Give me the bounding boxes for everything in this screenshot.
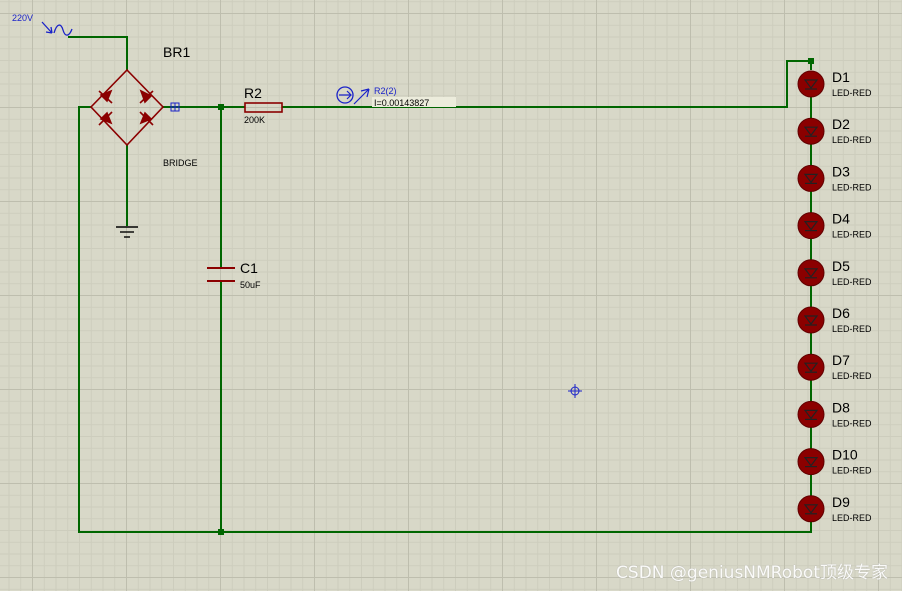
- led-ref: D7: [832, 352, 850, 368]
- led-value: LED-RED: [832, 418, 872, 428]
- ac-source[interactable]: 220V: [12, 13, 73, 36]
- led-icon: [797, 164, 825, 192]
- schematic-canvas[interactable]: 220V BR1 BRIDGE R2 200K C1 50uF R2(2) I=…: [0, 0, 902, 591]
- led-icon: [797, 495, 825, 523]
- resistor-ref: R2: [244, 85, 262, 101]
- probe-arrow-icon: [353, 88, 370, 105]
- bridge-ref: BR1: [163, 44, 190, 60]
- led-icon: [797, 259, 825, 287]
- led-d7[interactable]: D7 LED-RED: [797, 352, 872, 402]
- led-ref: D5: [832, 258, 850, 274]
- capacitor-value: 50uF: [240, 280, 261, 290]
- wires: [68, 36, 812, 533]
- watermark: CSDN @geniusNMRobot顶级专家: [616, 563, 888, 583]
- led-ref: D9: [832, 494, 850, 510]
- led-ref: D4: [832, 211, 850, 227]
- wire-resistor-to-leds[interactable]: [282, 60, 812, 108]
- crosshair-cursor-icon: [568, 384, 582, 398]
- led-d9[interactable]: D9 LED-RED: [797, 494, 872, 532]
- led-icon: [797, 306, 825, 334]
- junction-dot: [218, 529, 224, 535]
- led-value: LED-RED: [832, 466, 872, 476]
- led-icon: [797, 70, 825, 98]
- junctions: [218, 58, 814, 535]
- led-value: LED-RED: [832, 371, 872, 381]
- led-value: LED-RED: [832, 513, 872, 523]
- led-icon: [797, 400, 825, 428]
- schematic-drawing: 220V BR1 BRIDGE R2 200K C1 50uF R2(2) I=…: [12, 13, 872, 535]
- led-icon: [797, 212, 825, 240]
- resistor-r2[interactable]: R2 200K: [244, 85, 283, 125]
- led-value: LED-RED: [832, 182, 872, 192]
- led-d4[interactable]: D4 LED-RED: [797, 211, 872, 260]
- junction-dot: [808, 58, 814, 64]
- led-ref: D2: [832, 116, 850, 132]
- capacitor-ref: C1: [240, 260, 258, 276]
- resistor-body: [244, 102, 283, 113]
- led-value: LED-RED: [832, 135, 872, 145]
- source-label: 220V: [12, 13, 33, 23]
- bridge-diode-icon: [139, 111, 154, 126]
- led-icon: [797, 117, 825, 145]
- bridge-diode-icon: [139, 89, 154, 104]
- led-icon: [797, 353, 825, 381]
- current-probe[interactable]: R2(2) I=0.00143827: [336, 86, 456, 108]
- sine-wave-icon: [53, 24, 73, 36]
- led-d10[interactable]: D10 LED-RED: [797, 447, 872, 496]
- led-ref: D8: [832, 399, 850, 415]
- led-ref: D6: [832, 305, 850, 321]
- led-ref: D3: [832, 163, 850, 179]
- junction-dot: [218, 104, 224, 110]
- resistor-value: 200K: [244, 115, 265, 125]
- led-d5[interactable]: D5 LED-RED: [797, 258, 872, 307]
- led-value: LED-RED: [832, 324, 872, 334]
- led-value: LED-RED: [832, 277, 872, 287]
- led-d8[interactable]: D8 LED-RED: [797, 399, 872, 449]
- led-value: LED-RED: [832, 230, 872, 240]
- ac-source-icon: [41, 21, 53, 34]
- led-d1[interactable]: D1 LED-RED: [797, 69, 872, 119]
- led-ref: D1: [832, 69, 850, 85]
- ground-icon[interactable]: [116, 226, 138, 238]
- wire-bridge-negative-return[interactable]: [78, 106, 812, 533]
- led-chain: D1 LED-RED D2 LED-RED D3 LED-RED D4 LED-RED D5 LE…: [797, 69, 872, 532]
- led-d6[interactable]: D6 LED-RED: [797, 305, 872, 355]
- led-value: LED-RED: [832, 88, 872, 98]
- probe-reading: I=0.00143827: [374, 98, 429, 108]
- capacitor-c1[interactable]: C1 50uF: [207, 260, 261, 290]
- led-icon: [797, 448, 825, 476]
- probe-name: R2(2): [374, 86, 397, 96]
- led-d2[interactable]: D2 LED-RED: [797, 116, 872, 166]
- bridge-value: BRIDGE: [163, 158, 198, 168]
- wire-source-to-bridge[interactable]: [68, 36, 128, 70]
- led-d3[interactable]: D3 LED-RED: [797, 163, 872, 213]
- led-ref: D10: [832, 447, 858, 463]
- bridge-diamond: [89, 68, 165, 147]
